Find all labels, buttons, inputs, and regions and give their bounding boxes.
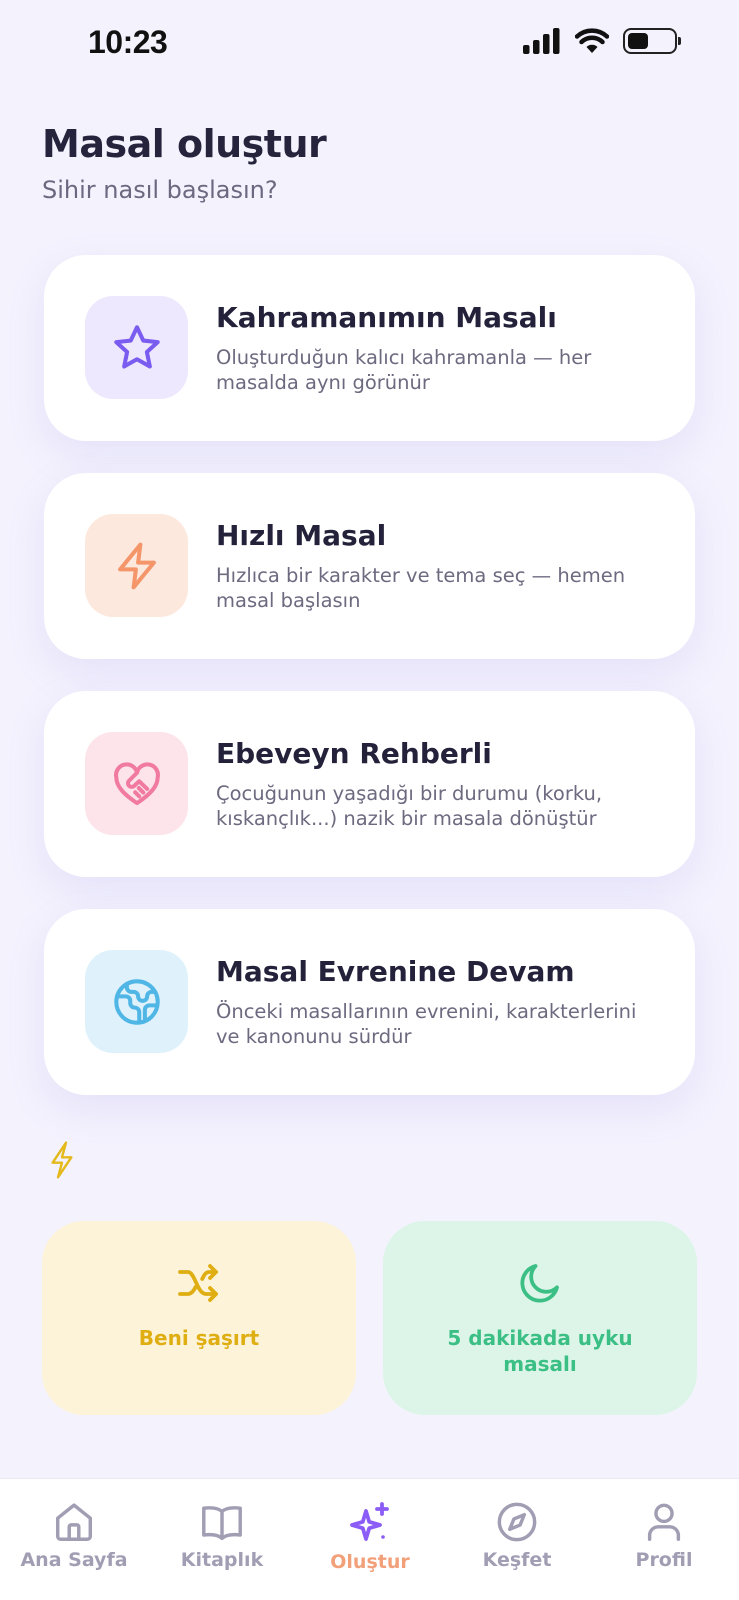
option-card-hero-story[interactable]: Kahramanımın Masalı Oluşturduğun kalıcı … bbox=[44, 255, 695, 441]
nav-discover[interactable]: Keşfet bbox=[447, 1499, 587, 1571]
nav-label: Kitaplık bbox=[180, 1549, 264, 1571]
option-card-parent-guided[interactable]: Ebeveyn Rehberli Çocuğunun yaşadığı bir … bbox=[44, 691, 695, 877]
option-description: Hızlıca bir karakter ve tema seç — hemen… bbox=[216, 564, 626, 612]
battery-level bbox=[628, 33, 648, 49]
option-icon-box bbox=[85, 950, 188, 1053]
status-bar: 10:23 bbox=[0, 0, 739, 90]
option-card-continue-universe[interactable]: Masal Evrenine Devam Önceki masallarının… bbox=[44, 909, 695, 1095]
moon-icon bbox=[520, 1264, 559, 1303]
option-icon-box bbox=[85, 296, 188, 399]
quick-action-label: 5 dakikada uyku masalı bbox=[447, 1326, 633, 1376]
nav-label: Oluştur bbox=[330, 1551, 410, 1573]
nav-label: Keşfet bbox=[482, 1549, 552, 1571]
option-description: Önceki masallarının evrenini, karakterle… bbox=[216, 1000, 637, 1048]
nav-label: Profil bbox=[635, 1549, 693, 1571]
sparkles-icon bbox=[350, 1502, 389, 1541]
status-time: 10:23 bbox=[88, 24, 168, 60]
lightning-icon bbox=[51, 1141, 73, 1179]
option-icon-box bbox=[85, 514, 188, 617]
battery-icon bbox=[623, 28, 681, 54]
star-icon bbox=[113, 324, 160, 368]
page-subtitle: Sihir nasıl başlasın? bbox=[42, 176, 278, 204]
cellular-signal-icon bbox=[523, 28, 560, 54]
wifi-icon bbox=[575, 28, 609, 53]
surprise-me-button[interactable]: Beni şaşırt bbox=[42, 1221, 356, 1415]
option-description: Oluşturduğun kalıcı kahramanla — her mas… bbox=[216, 346, 592, 394]
lightning-icon bbox=[117, 542, 156, 589]
option-title: Ebeveyn Rehberli bbox=[216, 737, 492, 770]
nav-home[interactable]: Ana Sayfa bbox=[4, 1499, 144, 1571]
quick-action-label: Beni şaşırt bbox=[138, 1326, 260, 1350]
book-icon bbox=[202, 1506, 242, 1541]
user-icon bbox=[647, 1503, 681, 1541]
bedtime-story-button[interactable]: 5 dakikada uyku masalı bbox=[383, 1221, 697, 1415]
home-icon bbox=[55, 1503, 93, 1541]
page-title: Masal oluştur bbox=[42, 122, 327, 166]
heart-handshake-icon bbox=[113, 761, 160, 805]
option-description: Çocuğunun yaşadığı bir durumu (korku, kı… bbox=[216, 782, 603, 830]
option-card-quick-story[interactable]: Hızlı Masal Hızlıca bir karakter ve tema… bbox=[44, 473, 695, 659]
option-title: Masal Evrenine Devam bbox=[216, 955, 575, 988]
globe-icon bbox=[113, 978, 160, 1025]
shuffle-icon bbox=[178, 1264, 218, 1302]
nav-profile[interactable]: Profil bbox=[594, 1499, 734, 1571]
compass-icon bbox=[497, 1502, 537, 1542]
nav-library[interactable]: Kitaplık bbox=[152, 1499, 292, 1571]
option-title: Hızlı Masal bbox=[216, 519, 387, 552]
option-title: Kahramanımın Masalı bbox=[216, 301, 557, 334]
bottom-nav: Ana Sayfa Kitaplık Oluştur Keşfet Profil bbox=[0, 1478, 739, 1600]
nav-create[interactable]: Oluştur bbox=[300, 1499, 440, 1573]
nav-label: Ana Sayfa bbox=[20, 1549, 128, 1571]
status-icons bbox=[523, 28, 681, 54]
option-icon-box bbox=[85, 732, 188, 835]
